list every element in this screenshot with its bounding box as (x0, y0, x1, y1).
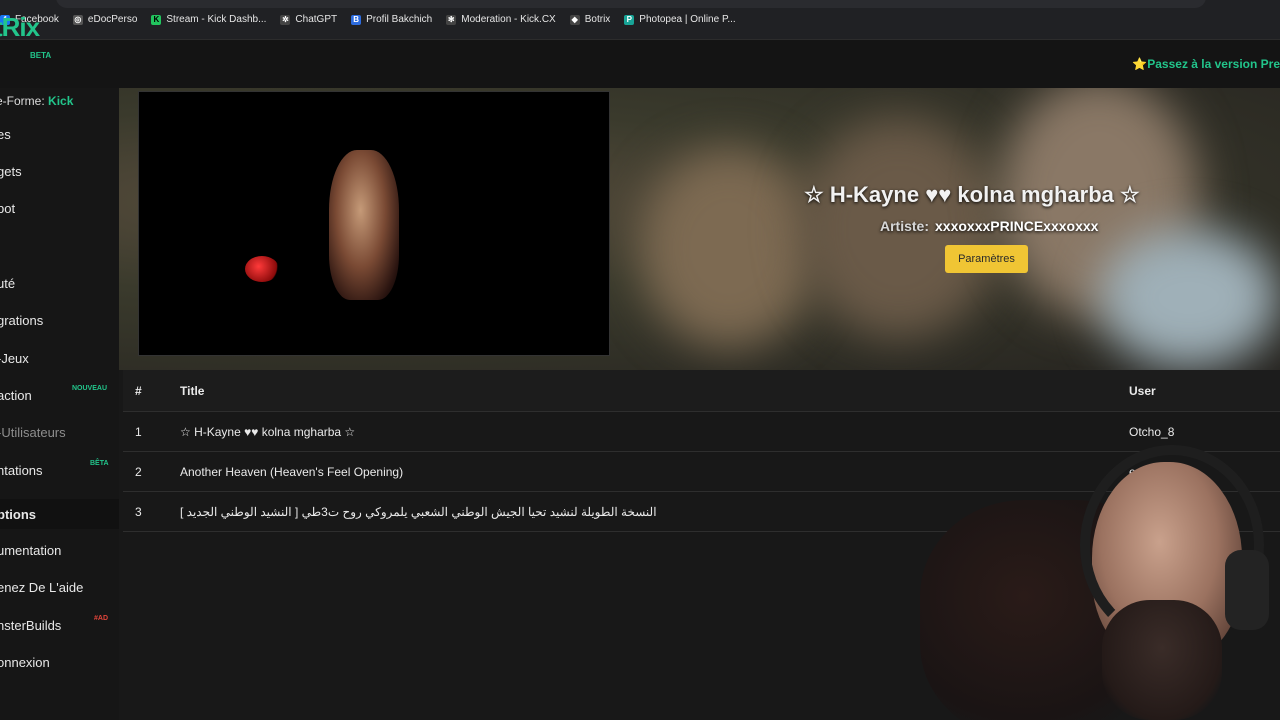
sidebar-item-widgets[interactable]: gets (0, 164, 22, 179)
bookmark-botrix[interactable]: ◆ Botrix (569, 14, 610, 25)
bookmark-edocperso[interactable]: ◎ eDocPerso (72, 14, 137, 25)
bookmark-photopea[interactable]: P Photopea | Online P... (624, 14, 736, 25)
sidebar-item-documentation[interactable]: umentation (0, 543, 61, 558)
sidebar-item-help[interactable]: enez De L'aide (0, 580, 83, 595)
beta-badge: BETA (30, 51, 52, 60)
app-logo[interactable]: tRix (0, 12, 40, 43)
row-title: ☆ H-Kayne ♥♥ kolna mgharba ☆ (180, 424, 356, 439)
now-playing-title: ☆ H-Kayne ♥♥ kolna mgharba ☆ (804, 182, 1140, 207)
app-header (0, 40, 1280, 88)
sidebar-item-communaute[interactable]: uté (0, 276, 15, 291)
video-frame-face (329, 150, 399, 300)
sidebar-item-mini-jeux[interactable]: -Jeux (0, 351, 29, 366)
premium-link[interactable]: ⭐Passez à la version Pre (1132, 57, 1280, 71)
settings-button[interactable]: Paramètres (945, 245, 1028, 273)
artist-label: Artiste: (880, 218, 930, 234)
gear-icon: ✻ (446, 14, 457, 25)
headset-earcup (1225, 550, 1269, 630)
address-bar[interactable] (56, 0, 1206, 8)
bakchich-icon: B (351, 14, 362, 25)
sidebar-item-bot[interactable]: bot (0, 201, 15, 216)
row-user: Otcho_8 (1129, 424, 1175, 439)
sidebar-item-options[interactable]: ptions (0, 507, 36, 522)
column-header-user: User (1129, 383, 1156, 398)
platform-selector[interactable]: e-Forme: Kick (0, 94, 73, 108)
beta-tag: BÊTA (90, 460, 109, 467)
video-player[interactable] (138, 91, 610, 356)
sidebar-item-presentations[interactable]: ntations (0, 463, 43, 478)
sidebar-item-commandes[interactable]: es (0, 127, 11, 142)
bookmark-moderation[interactable]: ✻ Moderation - Kick.CX (446, 14, 556, 25)
botrix-icon: ◆ (569, 14, 580, 25)
bookmarks-list: f Facebook ◎ eDocPerso K Stream - Kick Dash… (0, 14, 736, 25)
row-number: 2 (135, 464, 142, 479)
row-number: 1 (135, 424, 142, 439)
bookmark-profil-bakchich[interactable]: B Profil Bakchich (351, 14, 432, 25)
photopea-icon: P (624, 14, 635, 25)
sidebar: e-Forme: Kick es gets bot l uté grations… (0, 88, 119, 720)
chatgpt-icon: ✲ (280, 14, 291, 25)
kick-icon: K (151, 14, 162, 25)
table-header: # Title User (123, 370, 1280, 412)
row-title: Another Heaven (Heaven's Feel Opening) (180, 464, 404, 479)
video-frame-light (245, 256, 279, 282)
new-badge: NOUVEAU (72, 385, 108, 392)
sidebar-item-integrations[interactable]: grations (0, 313, 43, 328)
bookmark-chatgpt[interactable]: ✲ ChatGPT (280, 14, 337, 25)
sidebar-item-utilisateurs[interactable]: -Utilisateurs (0, 425, 66, 440)
column-header-title: Title (180, 383, 205, 398)
bookmark-kick-dashboard[interactable]: K Stream - Kick Dashb... (151, 14, 266, 25)
sidebar-item-deconnexion[interactable]: onnexion (0, 655, 50, 670)
banner-blur-shape (639, 148, 819, 348)
row-number: 3 (135, 504, 142, 519)
globe-icon: ◎ (72, 14, 83, 25)
webcam-overlay (880, 440, 1280, 720)
row-title: النسخة الطويلة لنشيد تحيا الجيش الوطني ا… (180, 504, 657, 519)
artist-name: xxxoxxxPRINCExxxoxxx (935, 218, 1099, 234)
banner-blur-shape (1099, 228, 1279, 368)
bookmarks-bar: f Facebook ◎ eDocPerso K Stream - Kick Dash… (0, 0, 1280, 40)
sidebar-item-action[interactable]: action (0, 388, 32, 403)
ad-tag: #AD (94, 615, 109, 622)
sidebar-item-monsterbuilds[interactable]: nsterBuilds (0, 618, 61, 633)
column-header-number: # (135, 383, 142, 398)
